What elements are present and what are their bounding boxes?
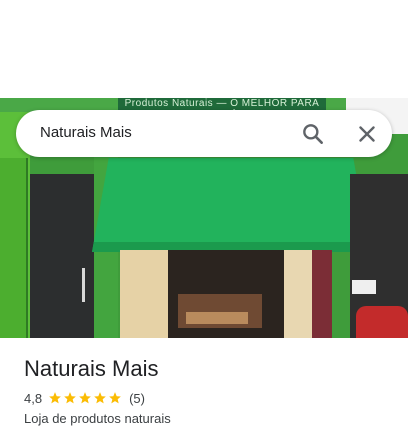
- storefront-sign: Produtos Naturais — O MELHOR PARA SUA SA…: [118, 98, 326, 121]
- neighbor-sign-strip: [352, 280, 376, 294]
- close-icon[interactable]: [354, 121, 380, 147]
- star-icon: [79, 392, 91, 404]
- product-rack: [312, 250, 332, 338]
- rating-value: 4,8: [24, 390, 43, 406]
- search-icon[interactable]: [300, 121, 326, 147]
- blank-header-area: [0, 0, 408, 98]
- star-rating: [48, 391, 123, 405]
- left-poster: [0, 158, 28, 338]
- place-name: Naturais Mais: [24, 356, 159, 381]
- search-input[interactable]: Naturais Mais: [40, 124, 132, 141]
- green-awning: [92, 158, 370, 252]
- star-icon: [64, 392, 76, 404]
- rating-row[interactable]: 4,8 (5): [24, 390, 145, 406]
- review-count[interactable]: (5): [129, 391, 145, 406]
- metal-door: [30, 174, 94, 338]
- motorcycle: [356, 306, 408, 338]
- star-icon: [109, 392, 121, 404]
- left-curtain: [120, 250, 168, 338]
- door-handle: [82, 268, 85, 302]
- star-icon: [94, 392, 106, 404]
- search-bar[interactable]: Naturais Mais: [16, 110, 392, 157]
- product-shelf-top: [186, 312, 248, 324]
- place-category: Loja de produtos naturais: [24, 411, 171, 426]
- star-icon: [49, 392, 61, 404]
